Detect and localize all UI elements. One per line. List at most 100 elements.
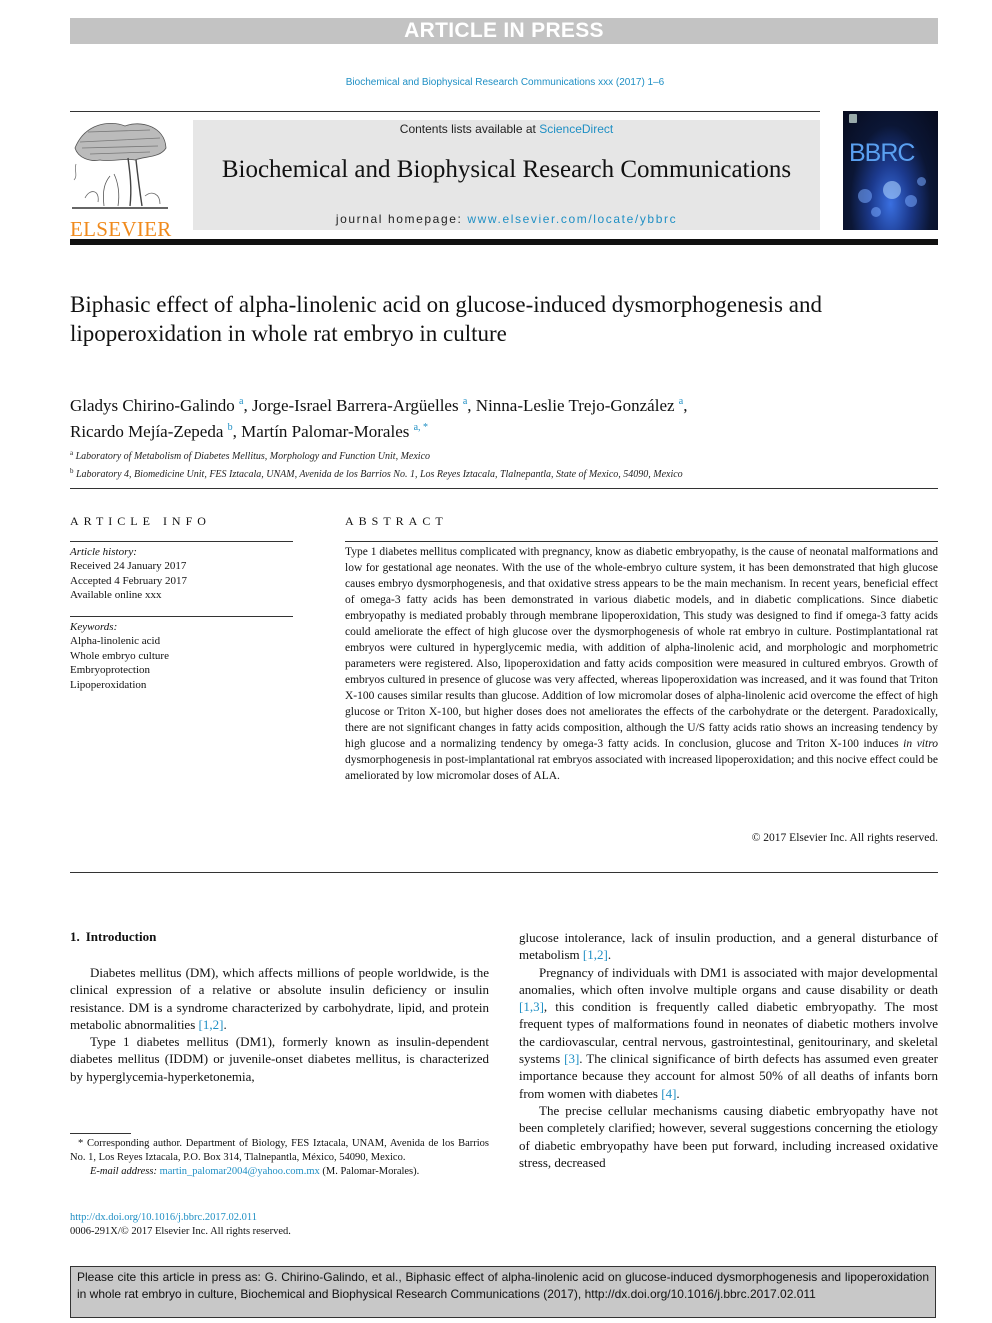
- author-separator: ,: [243, 396, 252, 415]
- citation-link[interactable]: [4]: [661, 1086, 676, 1101]
- citation-box: Please cite this article in press as: G.…: [70, 1266, 936, 1318]
- author[interactable]: Martín Palomar-Morales a, *: [241, 422, 428, 441]
- citation-link[interactable]: [1,2]: [583, 947, 608, 962]
- elsevier-logo[interactable]: ELSEVIER: [70, 118, 172, 240]
- author[interactable]: Ricardo Mejía-Zepeda b: [70, 422, 233, 441]
- author[interactable]: Gladys Chirino-Galindo a: [70, 396, 244, 415]
- header-rule: [70, 111, 820, 112]
- doi-link[interactable]: http://dx.doi.org/10.1016/j.bbrc.2017.02…: [70, 1211, 257, 1225]
- author-list: Gladys Chirino-Galindo a, Jorge-Israel B…: [70, 391, 930, 443]
- affiliation-text: Laboratory of Metabolism of Diabetes Mel…: [75, 451, 431, 462]
- abstract-copyright: © 2017 Elsevier Inc. All rights reserved…: [751, 832, 938, 844]
- author-name: Ricardo Mejía-Zepeda: [70, 422, 224, 441]
- cover-title: BBRC: [849, 139, 915, 167]
- issn-copyright: 0006-291X/© 2017 Elsevier Inc. All right…: [70, 1226, 291, 1237]
- homepage-link[interactable]: www.elsevier.com/locate/ybbrc: [467, 212, 677, 226]
- section-heading-introduction: 1. Introduction: [70, 929, 156, 945]
- affiliation-mark: a: [70, 449, 74, 457]
- email-link[interactable]: martin_palomar2004@yahoo.com.mx: [160, 1166, 320, 1177]
- text: Diabetes mellitus (DM), which affects mi…: [70, 965, 489, 1032]
- cover-logo-icon: [849, 114, 857, 123]
- email-label: E-mail address:: [90, 1166, 157, 1177]
- affiliation: b Laboratory 4, Biomedicine Unit, FES Iz…: [70, 464, 930, 482]
- history-label: Article history:: [70, 546, 137, 558]
- journal-title: Biochemical and Biophysical Research Com…: [221, 156, 792, 183]
- affiliation: a Laboratory of Metabolism of Diabetes M…: [70, 446, 930, 464]
- author-separator: ,: [467, 396, 476, 415]
- masthead-thick-rule: [70, 239, 938, 245]
- sciencedirect-link[interactable]: ScienceDirect: [539, 122, 613, 136]
- paragraph: Diabetes mellitus (DM), which affects mi…: [70, 964, 489, 1033]
- text: glucose intolerance, lack of insulin pro…: [519, 930, 938, 963]
- journal-homepage: journal homepage: www.elsevier.com/locat…: [193, 212, 820, 226]
- history-accepted: Accepted 4 February 2017: [70, 574, 187, 587]
- author-separator: ,: [232, 422, 242, 441]
- abstract-end-rule: [70, 872, 938, 873]
- elsevier-tree-icon: [72, 123, 168, 209]
- article-info-rule: [70, 541, 293, 542]
- keyword: Embryoprotection: [70, 664, 151, 677]
- corresponding-author-note: * Corresponding author. Department of Bi…: [70, 1138, 489, 1163]
- author-separator: ,: [683, 396, 688, 415]
- email-line: E-mail address: martin_palomar2004@yahoo…: [70, 1165, 489, 1179]
- keywords-rule: [70, 616, 293, 617]
- text: Pregnancy of individuals with DM1 is ass…: [519, 964, 938, 997]
- body-column-left: Diabetes mellitus (DM), which affects mi…: [70, 964, 489, 1085]
- cover-bokeh: [905, 195, 917, 207]
- abstract-part: dysmorphogenesis in post-implantational …: [345, 754, 938, 782]
- article-in-press-banner: ARTICLE IN PRESS: [70, 18, 938, 44]
- text: .: [607, 947, 612, 963]
- journal-masthead: Contents lists available at ScienceDirec…: [193, 120, 820, 230]
- history-online: Available online xxx: [70, 589, 162, 602]
- paragraph: Type 1 diabetes mellitus (DM1), formerly…: [70, 1034, 489, 1084]
- section-title: Introduction: [85, 929, 157, 944]
- paragraph: The precise cellular mechanisms causing …: [519, 1102, 938, 1170]
- cover-bokeh: [858, 189, 872, 203]
- affiliation-mark: b: [70, 467, 74, 475]
- author-name: Gladys Chirino-Galindo: [70, 396, 235, 415]
- keyword: Alpha-linolenic acid: [70, 635, 161, 648]
- author[interactable]: Jorge-Israel Barrera-Argüelles a: [252, 396, 467, 415]
- text: .: [223, 1016, 227, 1032]
- section-rule: [70, 488, 938, 489]
- cover-bokeh: [917, 177, 926, 186]
- contents-prefix: Contents lists available at: [399, 122, 540, 136]
- affiliations: a Laboratory of Metabolism of Diabetes M…: [70, 446, 930, 482]
- cover-bokeh: [883, 181, 901, 199]
- keyword: Whole embryo culture: [70, 649, 169, 662]
- article-history: Article history: Received 24 January 201…: [70, 545, 300, 603]
- text: . The clinical significance of birth def…: [519, 1051, 938, 1101]
- citation-link[interactable]: [1,2]: [199, 1017, 224, 1032]
- keywords: Keywords: Alpha-linolenic acid Whole emb…: [70, 620, 300, 692]
- cover-bokeh: [871, 207, 881, 217]
- author-name: Ninna-Leslie Trejo-González: [475, 396, 675, 415]
- footnote-rule: [70, 1133, 131, 1134]
- section-number: 1.: [70, 929, 80, 944]
- article-title: Biphasic effect of alpha-linolenic acid …: [70, 292, 822, 346]
- journal-reference-link[interactable]: Biochemical and Biophysical Research Com…: [0, 77, 992, 88]
- abstract-text: Type 1 diabetes mellitus complicated wit…: [345, 544, 938, 784]
- journal-cover-image[interactable]: BBRC: [843, 111, 938, 230]
- citation-link[interactable]: [3]: [564, 1051, 579, 1066]
- footnote: * Corresponding author. Department of Bi…: [70, 1137, 489, 1179]
- affiliation-text: Laboratory 4, Biomedicine Unit, FES Izta…: [76, 469, 683, 480]
- history-received: Received 24 January 2017: [70, 560, 187, 573]
- abstract-part: Type 1 diabetes mellitus complicated wit…: [345, 546, 938, 750]
- author-name: Martín Palomar-Morales: [241, 422, 410, 441]
- author[interactable]: Ninna-Leslie Trejo-González a: [476, 396, 683, 415]
- author-name: Jorge-Israel Barrera-Argüelles: [252, 396, 459, 415]
- elsevier-wordmark: ELSEVIER: [70, 217, 172, 241]
- citation-link[interactable]: [1,3]: [519, 999, 544, 1014]
- text: .: [676, 1085, 680, 1101]
- contents-available: Contents lists available at ScienceDirec…: [193, 122, 820, 136]
- keywords-label: Keywords:: [70, 621, 118, 633]
- body-column-right: glucose intolerance, lack of insulin pro…: [519, 929, 938, 1171]
- abstract-rule: [345, 541, 938, 542]
- article-info-heading: ARTICLE INFO: [70, 514, 211, 528]
- email-owner: (M. Palomar-Morales).: [319, 1166, 420, 1177]
- keyword: Lipoperoxidation: [70, 678, 147, 691]
- homepage-prefix: journal homepage:: [335, 212, 468, 226]
- affiliation-mark[interactable]: a, *: [414, 422, 428, 433]
- abstract-heading: ABSTRACT: [345, 514, 448, 528]
- paragraph: glucose intolerance, lack of insulin pro…: [519, 929, 938, 964]
